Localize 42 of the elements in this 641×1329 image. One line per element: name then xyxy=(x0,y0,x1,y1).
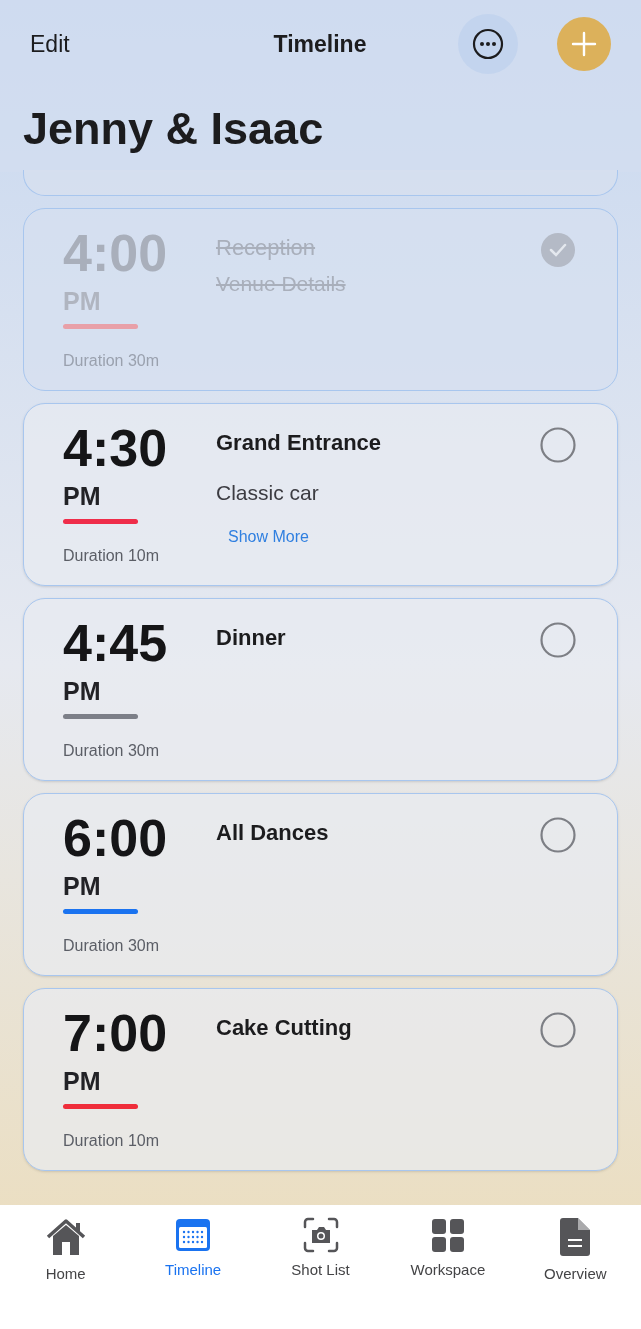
tab-bar-item[interactable]: Shot List xyxy=(256,1217,385,1282)
complete-checkbox[interactable] xyxy=(539,621,577,659)
event-title: All Dances xyxy=(216,819,329,847)
event-time: 7:00 xyxy=(63,1007,169,1059)
screen-title: Timeline xyxy=(272,29,368,59)
page-heading: Jenny & Isaac xyxy=(23,106,325,151)
event-duration: Duration 10m xyxy=(63,1131,161,1151)
complete-checkbox[interactable] xyxy=(539,426,577,464)
calendar-icon xyxy=(175,1217,212,1253)
more-icon xyxy=(472,28,504,60)
event-period: PM xyxy=(63,679,102,704)
event-card[interactable]: 7:00 PM Duration 10m Cake Cutting xyxy=(23,988,618,1171)
tab-bar-item[interactable]: Overview xyxy=(511,1217,640,1286)
complete-checkbox[interactable] xyxy=(539,816,577,854)
event-title: Grand Entrance xyxy=(216,429,382,457)
event-title: Cake Cutting xyxy=(216,1014,352,1042)
event-time: 4:45 xyxy=(63,617,169,669)
event-card[interactable]: 4:45 PM Duration 30m Dinner xyxy=(23,598,618,781)
event-card[interactable]: 6:00 PM Duration 30m All Dances xyxy=(23,793,618,976)
event-duration: Duration 30m xyxy=(63,741,161,761)
tab-bar-item[interactable]: Home xyxy=(2,1217,130,1286)
event-period: PM xyxy=(63,874,102,899)
complete-checkbox[interactable] xyxy=(539,1011,577,1049)
edit-button[interactable]: Edit xyxy=(30,26,220,62)
event-period: PM xyxy=(63,484,102,509)
event-subtitle: Classic car xyxy=(216,480,319,506)
grid-icon xyxy=(430,1217,465,1253)
add-button[interactable] xyxy=(557,17,611,71)
complete-checkbox[interactable] xyxy=(539,231,577,269)
event-period: PM xyxy=(63,1069,102,1094)
event-time: 4:30 xyxy=(63,422,169,474)
event-duration: Duration 30m xyxy=(63,936,161,956)
event-time: 6:00 xyxy=(63,812,169,864)
plus-icon xyxy=(571,31,597,57)
event-duration: Duration 10m xyxy=(63,546,161,566)
document-icon xyxy=(559,1217,592,1257)
event-card[interactable]: 4:30 PM Duration 10m Grand Entrance Classic car Show More xyxy=(23,403,618,586)
tab-bar-item[interactable]: Timeline xyxy=(129,1217,257,1282)
camera-icon xyxy=(302,1217,339,1253)
event-title: Dinner xyxy=(216,624,286,652)
event-duration: Duration 30m xyxy=(63,351,161,371)
tab-bar-item[interactable]: Workspace xyxy=(384,1217,512,1282)
